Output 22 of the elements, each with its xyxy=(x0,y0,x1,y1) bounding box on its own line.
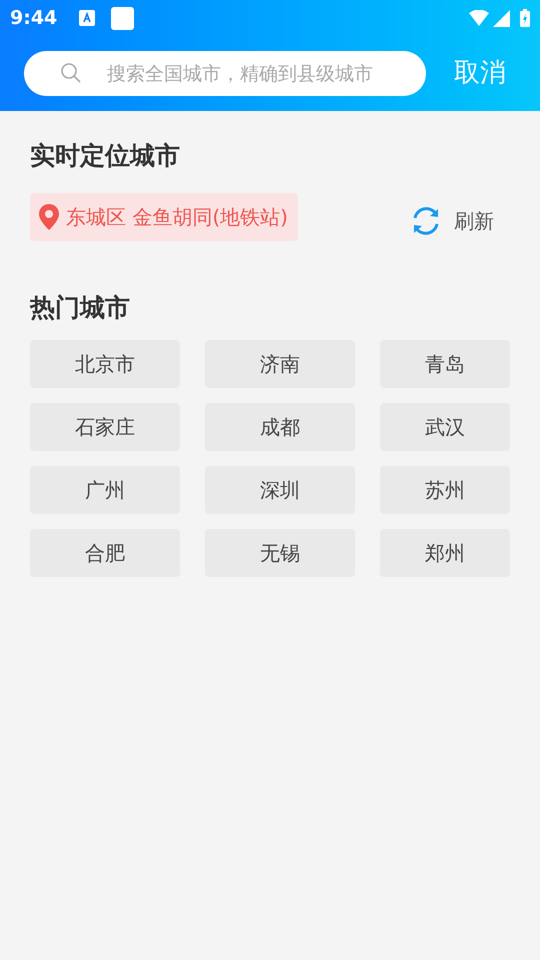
city-button[interactable]: 石家庄 xyxy=(30,403,180,451)
city-button[interactable]: 无锡 xyxy=(205,529,355,577)
signal-icon xyxy=(493,10,510,26)
city-button[interactable]: 济南 xyxy=(205,340,355,388)
search-field[interactable]: 搜索全国城市，精确到县级城市 xyxy=(24,51,426,96)
city-button[interactable]: 成都 xyxy=(205,403,355,451)
city-button[interactable]: 北京市 xyxy=(30,340,180,388)
city-button[interactable]: 青岛 xyxy=(380,340,510,388)
section-title: 热门城市 xyxy=(30,292,131,324)
search-icon xyxy=(60,62,82,84)
city-button[interactable]: 深圳 xyxy=(205,466,355,514)
battery-icon xyxy=(520,9,530,27)
city-button[interactable]: 郑州 xyxy=(380,529,510,577)
city-button[interactable]: 武汉 xyxy=(380,403,510,451)
section-title: 实时定位城市 xyxy=(30,140,181,172)
city-button[interactable]: 合肥 xyxy=(30,529,180,577)
city-button[interactable]: 苏州 xyxy=(380,466,510,514)
wifi-icon xyxy=(469,10,489,26)
location-pin-icon xyxy=(38,204,60,230)
refresh-button[interactable]: 刷新 xyxy=(410,204,494,236)
city-button[interactable]: 广州 xyxy=(30,466,180,514)
status-time: 9:44 xyxy=(10,6,58,31)
